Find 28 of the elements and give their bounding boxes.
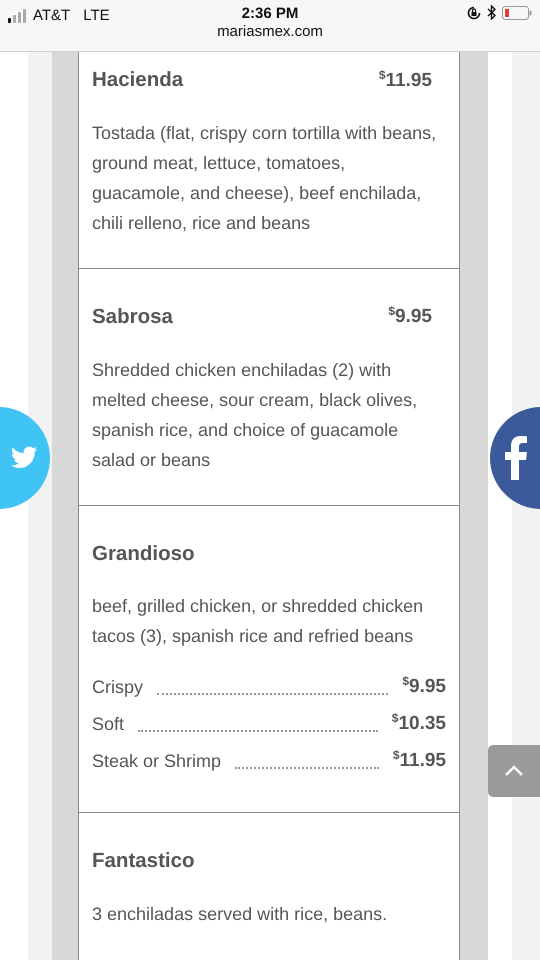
carrier-name: AT&T — [33, 6, 70, 26]
menu-item-description: 3 enchiladas served with rice, beans. — [92, 903, 388, 926]
menu-item-price: $^{$}$11.95 — [378, 66, 432, 93]
page-url[interactable]: mariasmex.com — [217, 23, 323, 41]
scroll-top-button[interactable] — [488, 745, 540, 797]
rotation-lock-icon — [466, 6, 481, 20]
menu-item-title: Sabrosa — [92, 304, 173, 330]
bluetooth-icon — [486, 5, 496, 20]
signal-icon — [8, 9, 28, 24]
bird-icon — [10, 446, 38, 470]
option-label: Steak or Shrimp — [92, 750, 222, 774]
menu-item-title: Hacienda — [92, 67, 184, 93]
chevron-up-icon — [504, 765, 524, 777]
battery-icon — [502, 6, 532, 20]
network-type: LTE — [83, 6, 110, 26]
menu-item-title: Fantastico — [92, 848, 195, 874]
option-label: Soft — [92, 713, 124, 736]
option-price: $^{$}$9.95 — [402, 672, 446, 699]
facebook-icon — [504, 436, 528, 480]
option-price: $^{$}$11.95 — [392, 746, 446, 773]
option-label: Crispy — [92, 676, 144, 700]
menu-item-description: Tostada (flat, crispy corn tortilla with beans, ground meat, lettuce, tomatoes, guacamole, and cheese), beef enchilada, chili relleno, rice and beans — [92, 122, 438, 235]
menu-item-description: Shredded chicken enchiladas (2) with melted cheese, sour cream, black olives, spanish rice, and choice of guacamole salad or beans — [92, 358, 418, 472]
status-time: 2:36 PM — [242, 5, 298, 23]
option-price: $^{$}$10.35 — [392, 710, 446, 736]
menu-item-price: $^{$}$9.95 — [388, 303, 432, 330]
menu-item-title: Grandioso — [92, 540, 195, 566]
menu-item-description: beef, grilled chicken, or shredded chicken tacos (3), spanish rice and refried beans — [92, 595, 424, 648]
